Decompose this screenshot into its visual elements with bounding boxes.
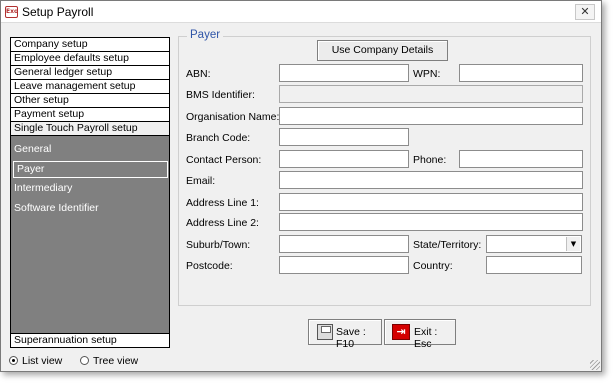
setup-navigation-list: Company setup Employee defaults setup Ge… bbox=[10, 37, 170, 348]
nav-company-setup[interactable]: Company setup bbox=[11, 38, 169, 52]
exit-button[interactable]: ⇥ Exit : Esc bbox=[384, 319, 456, 350]
nav-sub-payer[interactable]: Payer bbox=[13, 161, 168, 178]
address-line-1-input[interactable] bbox=[279, 193, 583, 211]
country-label: Country: bbox=[413, 260, 453, 272]
exit-door-icon: ⇥ bbox=[392, 324, 410, 340]
payer-group-legend: Payer bbox=[187, 29, 224, 41]
setup-payroll-window: Exo Setup Payroll ✕ Company setup Employ… bbox=[0, 0, 602, 372]
address-line-2-label: Address Line 2: bbox=[186, 217, 259, 229]
nav-sub-intermediary[interactable]: Intermediary bbox=[11, 181, 169, 198]
bms-identifier-label: BMS Identifier: bbox=[186, 89, 255, 101]
exit-button-label: Exit : Esc bbox=[414, 326, 438, 350]
wpn-input[interactable] bbox=[459, 64, 583, 82]
email-label: Email: bbox=[186, 175, 216, 187]
use-company-details-button[interactable]: Use Company Details bbox=[317, 40, 448, 61]
abn-input[interactable] bbox=[279, 64, 409, 82]
resize-grip-icon[interactable] bbox=[590, 360, 600, 370]
tree-view-option[interactable]: Tree view bbox=[80, 355, 138, 367]
save-button[interactable]: Save : F10 bbox=[308, 319, 382, 350]
wpn-label: WPN: bbox=[413, 68, 441, 80]
nav-other-setup[interactable]: Other setup bbox=[11, 94, 169, 108]
branch-code-input[interactable] bbox=[279, 128, 409, 146]
contact-person-input[interactable] bbox=[279, 150, 409, 168]
list-view-label: List view bbox=[22, 355, 63, 367]
state-territory-select[interactable]: ▼ bbox=[486, 235, 582, 253]
postcode-input[interactable] bbox=[279, 256, 409, 274]
suburb-town-label: Suburb/Town: bbox=[186, 239, 251, 251]
branch-code-label: Branch Code: bbox=[186, 132, 251, 144]
organisation-name-label: Organisation Name: bbox=[186, 111, 280, 123]
nav-single-touch-payroll-setup[interactable]: Single Touch Payroll setup bbox=[11, 122, 169, 136]
suburb-town-input[interactable] bbox=[279, 235, 409, 253]
bms-identifier-input bbox=[279, 85, 583, 103]
nav-leave-management-setup[interactable]: Leave management setup bbox=[11, 80, 169, 94]
email-input[interactable] bbox=[279, 171, 583, 189]
phone-input[interactable] bbox=[459, 150, 583, 168]
organisation-name-input[interactable] bbox=[279, 107, 583, 125]
state-territory-label: State/Territory: bbox=[413, 239, 482, 251]
save-disk-icon bbox=[317, 324, 333, 340]
address-line-2-input[interactable] bbox=[279, 213, 583, 231]
tree-view-label: Tree view bbox=[93, 355, 139, 367]
phone-label: Phone: bbox=[413, 154, 447, 166]
tree-view-radio[interactable] bbox=[80, 356, 89, 365]
title-bar: Exo Setup Payroll ✕ bbox=[1, 1, 601, 23]
close-button[interactable]: ✕ bbox=[575, 4, 595, 20]
app-logo-icon: Exo bbox=[5, 6, 18, 18]
list-view-radio[interactable] bbox=[9, 356, 18, 365]
abn-label: ABN: bbox=[186, 68, 211, 80]
nav-sub-general[interactable]: General bbox=[11, 142, 169, 159]
nav-employee-defaults-setup[interactable]: Employee defaults setup bbox=[11, 52, 169, 66]
country-input[interactable] bbox=[486, 256, 582, 274]
window-title: Setup Payroll bbox=[22, 5, 94, 19]
nav-general-ledger-setup[interactable]: General ledger setup bbox=[11, 66, 169, 80]
list-view-option[interactable]: List view bbox=[9, 355, 62, 367]
nav-sub-software-identifier[interactable]: Software Identifier bbox=[11, 201, 169, 218]
save-button-label: Save : F10 bbox=[336, 326, 366, 350]
nav-superannuation-setup[interactable]: Superannuation setup bbox=[11, 333, 169, 347]
chevron-down-icon[interactable]: ▼ bbox=[566, 237, 580, 251]
contact-person-label: Contact Person: bbox=[186, 154, 262, 166]
address-line-1-label: Address Line 1: bbox=[186, 197, 259, 209]
postcode-label: Postcode: bbox=[186, 260, 233, 272]
nav-payment-setup[interactable]: Payment setup bbox=[11, 108, 169, 122]
